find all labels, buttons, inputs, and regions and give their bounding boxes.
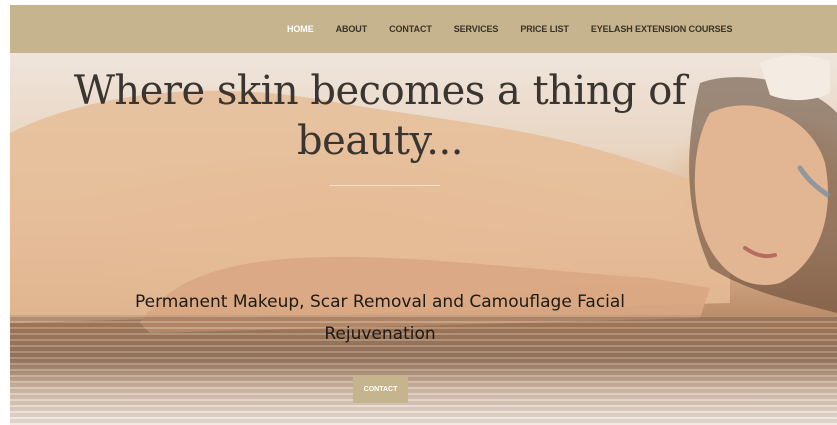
contact-button[interactable]: CONTACT [353,375,408,403]
nav-item-contact[interactable]: CONTACT [389,24,432,34]
nav-item-services[interactable]: SERVICES [454,24,499,34]
headline-divider [330,185,440,186]
nav-item-about[interactable]: ABOUT [336,24,368,34]
nav-item-home[interactable]: HOME [287,24,314,34]
nav-menu: HOME ABOUT CONTACT SERVICES PRICE LIST E… [287,5,754,53]
towel-illustration [760,55,830,101]
page: HOME ABOUT CONTACT SERVICES PRICE LIST E… [0,0,837,425]
top-navigation-bar: HOME ABOUT CONTACT SERVICES PRICE LIST E… [10,5,837,53]
hero-headline: Where skin becomes a thing of beauty... [73,68,687,164]
hero-subheadline: Permanent Makeup, Scar Removal and Camou… [134,292,626,344]
nav-item-price-list[interactable]: PRICE LIST [520,24,569,34]
nav-item-eyelash-extension-courses[interactable]: EYELASH EXTENSION COURSES [591,24,733,34]
